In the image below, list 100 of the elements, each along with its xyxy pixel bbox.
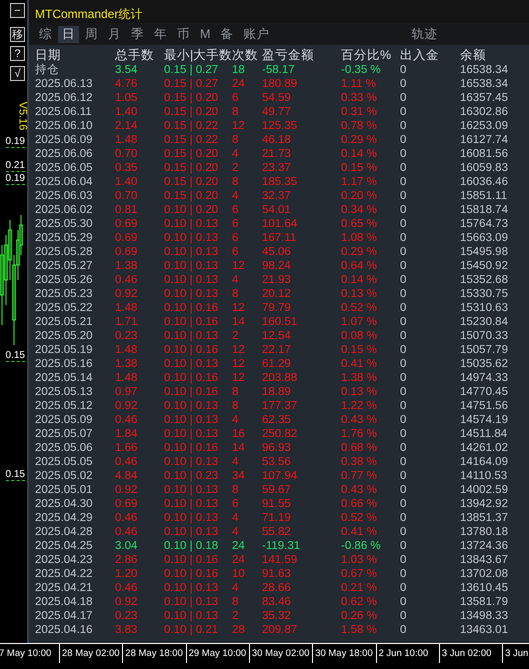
time-axis-label: 2 Jun 10:00 (376, 644, 428, 663)
profit-cell-text: 49.77 (262, 105, 292, 119)
lot-range-cell-text: 0.10 | 0.16 (164, 301, 220, 315)
profit-cell-text: 96.93 (262, 441, 292, 455)
tool-button[interactable]: ? (10, 46, 25, 61)
balance-cell-text: 16127.74 (460, 133, 509, 147)
lot-range-cell-text: 0.10 | 0.16 (164, 343, 220, 357)
lot-range-cell-text: 0.10 | 0.13 (164, 581, 220, 595)
tab[interactable]: 年 (150, 26, 171, 42)
profit-cell-text: 21.73 (262, 147, 292, 161)
lots-cell-text: 1.48 (115, 343, 138, 357)
percent-cell-text: 0.33 % (341, 91, 378, 105)
balance-cell-text: 13724.36 (460, 539, 509, 553)
count-cell-text: 8 (232, 385, 240, 399)
count-cell-text: 14 (232, 441, 246, 455)
balance-cell-text: 15230.84 (460, 315, 509, 329)
lots-cell-text: 1.48 (115, 133, 138, 147)
deposit-cell-text: 0 (400, 105, 408, 119)
date-cell-text: 2025.06.11 (35, 105, 93, 119)
date-cell-text: 2025.05.29 (35, 231, 94, 245)
deposit-cell-text: 0 (400, 441, 408, 455)
tab[interactable]: 轨迹 (407, 26, 442, 42)
price-label: 0.15 (6, 350, 25, 362)
lot-range-cell-text: 0.10 | 0.13 (164, 497, 220, 511)
tool-button[interactable]: − (10, 3, 25, 18)
date-cell-text: 2025.05.21 (35, 315, 94, 329)
date-cell-text: 2025.06.09 (35, 133, 94, 147)
lots-cell-text: 0.97 (115, 385, 138, 399)
balance-cell-text: 14110.53 (460, 469, 508, 483)
balance-cell-text: 13610.45 (460, 581, 509, 595)
deposit-cell-text: 0 (400, 273, 408, 287)
count-cell-text: 24 (232, 539, 246, 553)
tab[interactable]: 周 (81, 26, 102, 42)
balance-cell-text: 14974.33 (460, 371, 509, 385)
count-cell-text: 12 (232, 301, 246, 315)
deposit-cell-text: 0 (400, 175, 408, 189)
lot-range-cell-text: 0.15 | 0.20 (164, 175, 220, 189)
tab[interactable]: M (196, 26, 214, 42)
percent-cell-text: 0.62 % (341, 595, 378, 609)
percent-cell-text: 0.26 % (341, 609, 378, 623)
lot-range-cell-text: 0.15 | 0.27 (164, 63, 220, 77)
deposit-cell-text: 0 (400, 315, 408, 329)
deposit-cell-text: 0 (400, 525, 408, 539)
version-label: V5.16 (16, 102, 28, 130)
percent-cell-text: 0.08 % (341, 329, 378, 343)
percent-cell-text: 0.64 % (341, 259, 378, 273)
tab[interactable]: 月 (104, 26, 125, 42)
percent-cell-text: 0.13 % (341, 287, 378, 301)
price-label: 0.19 (6, 136, 25, 148)
date-cell-text: 2025.05.14 (35, 371, 94, 385)
balance-cell-text: 13851.37 (460, 511, 509, 525)
profit-cell-text: 21.93 (262, 273, 292, 287)
balance-cell-text: 15330.75 (460, 287, 509, 301)
tab[interactable]: 季 (127, 26, 148, 42)
tab[interactable]: 账户 (239, 26, 274, 42)
profit-cell-text: 79.79 (262, 301, 292, 315)
count-cell-text: 8 (232, 133, 240, 147)
tab[interactable]: 综 (35, 26, 56, 42)
balance-cell-text: 14164.09 (460, 455, 509, 469)
lot-range-cell-text: 0.10 | 0.20 (164, 203, 220, 217)
deposit-cell-text: 0 (400, 455, 408, 469)
deposit-cell-text: 0 (400, 189, 408, 203)
profit-cell-text: 55.82 (262, 525, 292, 539)
percent-cell-text: 0.15 % (341, 161, 378, 175)
percent-cell-text: 0.13 % (341, 385, 378, 399)
count-cell-text: 4 (232, 147, 240, 161)
time-axis-label: 28 May 18:00 (122, 644, 183, 663)
percent-cell-text: 0.77 % (341, 469, 378, 483)
deposit-cell-text: 0 (400, 245, 408, 259)
lots-cell-text: 1.38 (115, 357, 138, 371)
count-cell-text: 6 (232, 245, 240, 259)
price-label: 0.19 (6, 173, 25, 185)
date-cell-text: 2025.04.28 (35, 525, 94, 539)
date-cell-text: 2025.05.09 (35, 413, 94, 427)
tool-button[interactable]: √ (10, 66, 25, 81)
tab[interactable]: 备 (216, 26, 238, 42)
lot-range-cell-text: 0.15 | 0.20 (164, 91, 220, 105)
balance-cell-text: 13463.01 (460, 623, 509, 637)
profit-cell-text: 107.94 (262, 469, 298, 483)
lots-cell-text: 0.23 (115, 329, 138, 343)
lots-cell-text: 3.04 (115, 539, 138, 553)
tab[interactable]: 币 (173, 26, 194, 42)
profit-cell-text: -119.31 (262, 539, 302, 553)
lot-range-cell-text: 0.10 | 0.13 (164, 511, 220, 525)
count-cell-text: 6 (232, 91, 240, 105)
deposit-cell-text: 0 (400, 539, 408, 553)
lots-cell-text: 0.46 (115, 525, 138, 539)
lots-cell-text: 0.70 (115, 147, 138, 161)
lot-range-cell-text: 0.15 | 0.20 (164, 105, 220, 119)
tool-button[interactable]: 移 (10, 27, 25, 42)
count-cell-text: 4 (232, 273, 240, 287)
percent-cell-text: 1.03 % (341, 553, 378, 567)
lot-range-cell-text: 0.15 | 0.22 (164, 133, 220, 147)
lots-cell-text: 1.48 (115, 371, 138, 385)
lot-range-cell-text: 0.10 | 0.13 (164, 231, 220, 245)
profit-cell-text: 125.35 (262, 119, 298, 133)
tab[interactable]: 日 (58, 26, 79, 42)
balance-cell-text: 16081.56 (460, 147, 509, 161)
date-cell-text: 2025.06.03 (35, 189, 94, 203)
lot-range-cell-text: 0.10 | 0.18 (164, 539, 220, 553)
